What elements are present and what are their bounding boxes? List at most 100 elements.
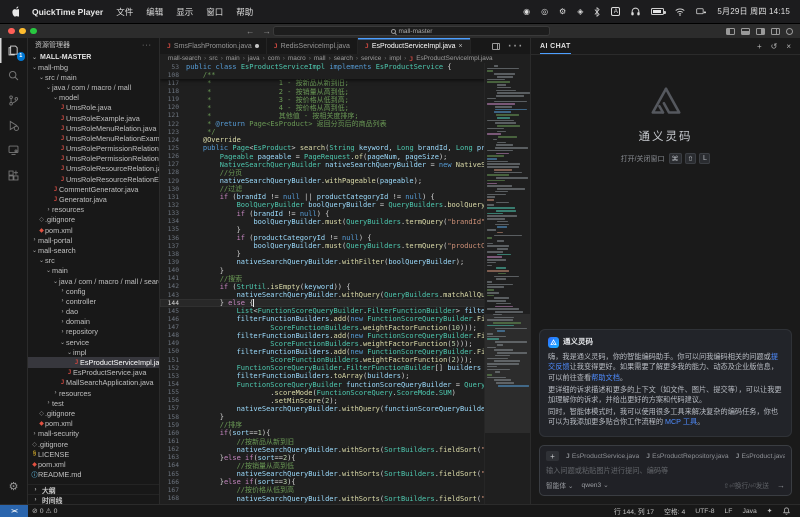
code-line[interactable]: 131 if (brandId != null || productCatego… [160, 193, 530, 201]
tree-item[interactable]: ⌄java / com / macro / mall / search [28, 276, 159, 286]
menubar-clock[interactable]: 5月29日 周四 14:15 [717, 6, 790, 17]
breadcrumb-item[interactable]: main [226, 55, 240, 62]
shield-status-icon[interactable]: ◎ [541, 8, 548, 16]
settings-gear-icon[interactable]: ⚙ [0, 474, 28, 499]
tree-item[interactable]: JUmsRoleResourceRelationExample.j... [28, 174, 159, 184]
tree-item[interactable]: JUmsRoleMenuRelation.java [28, 123, 159, 133]
chat-input-card[interactable]: + JEsProductService.javaJEsProductReposi… [539, 445, 792, 496]
nav-forward-icon[interactable]: → [263, 26, 272, 36]
breadcrumb-item[interactable]: mall [314, 55, 326, 62]
menu-window[interactable]: 窗口 [206, 6, 223, 18]
customize-layout-icon[interactable] [771, 28, 780, 35]
remote-explorer-icon[interactable] [0, 138, 28, 163]
encoding[interactable]: UTF-8 [691, 508, 719, 515]
tree-item[interactable]: JUmsRoleExample.java [28, 113, 159, 123]
code-line[interactable]: 164 //按销量从高到低 [160, 462, 530, 470]
explorer-more-icon[interactable]: ··· [142, 42, 152, 49]
menu-view[interactable]: 显示 [176, 6, 193, 18]
code-line[interactable]: 126 Pageable pageable = PageRequest.of(p… [160, 153, 530, 161]
explorer-activity-icon[interactable]: 1 [0, 38, 28, 63]
close-chat-icon[interactable]: × [786, 42, 791, 51]
tree-item[interactable]: ›controller [28, 296, 159, 306]
code-line[interactable]: 157 nativeSearchQueryBuilder.withQuery(f… [160, 405, 530, 413]
tree-item[interactable]: ◇.gitignore [28, 439, 159, 449]
tree-item[interactable]: §LICENSE [28, 449, 159, 459]
bell-icon[interactable] [778, 507, 794, 515]
add-context-button[interactable]: + [546, 451, 559, 461]
tree-item[interactable]: ›repository [28, 327, 159, 337]
code-line[interactable]: 134 boolQueryBuilder.must(QueryBuilders.… [160, 218, 530, 226]
input-source-icon[interactable]: A [611, 7, 620, 16]
record-status-icon[interactable]: ◉ [523, 8, 530, 16]
code-line[interactable]: 143 nativeSearchQueryBuilder.withQuery(Q… [160, 291, 530, 299]
breadcrumb-item[interactable]: impl [389, 55, 401, 62]
code-line[interactable]: 168 nativeSearchQueryBuilder.withSorts(S… [160, 494, 530, 502]
code-line[interactable]: 162 nativeSearchQueryBuilder.withSorts(S… [160, 446, 530, 454]
menu-file[interactable]: 文件 [116, 6, 133, 18]
tree-item[interactable]: JEsProductServiceImpl.java [28, 357, 159, 367]
code-line[interactable]: 146 filterFunctionBuilders.add(new Funct… [160, 315, 530, 323]
timeline-section[interactable]: ›时间线 [28, 494, 159, 504]
tree-item[interactable]: ◆pom.xml [28, 225, 159, 235]
tree-item[interactable]: ⌄mall-mbg [28, 62, 159, 72]
code-line[interactable]: 167 //按价格从低到高 [160, 486, 530, 494]
code-line[interactable]: 125 public Page<EsProduct> search(String… [160, 144, 530, 152]
tab[interactable]: JSmsFlashPromotion.java [160, 38, 267, 54]
tree-item[interactable]: JMallSearchApplication.java [28, 378, 159, 388]
app-menu-title[interactable]: QuickTime Player [32, 7, 103, 17]
tree-item[interactable]: ⌄model [28, 93, 159, 103]
tree-item[interactable]: ◆pom.xml [28, 419, 159, 429]
tree-item[interactable]: ›resources [28, 388, 159, 398]
code-line[interactable]: 145 List<FunctionScoreQueryBuilder.Filte… [160, 307, 530, 315]
indent-info[interactable]: 空格: 4 [660, 506, 690, 516]
code-line[interactable]: 156 .setMinScore(2); [160, 397, 530, 405]
code-line[interactable]: 137 boolQueryBuilder.must(QueryBuilders.… [160, 242, 530, 250]
tree-item[interactable]: ◇.gitignore [28, 215, 159, 225]
breadcrumb-item[interactable]: com [268, 55, 280, 62]
apple-icon[interactable] [10, 6, 19, 17]
tree-item[interactable]: ›mall-portal [28, 235, 159, 245]
toggle-secondary-sidebar-icon[interactable] [756, 28, 765, 35]
breadcrumb-item[interactable]: service [361, 55, 381, 62]
tree-item[interactable]: ›config [28, 286, 159, 296]
tree-item[interactable]: JEsProductService.java [28, 368, 159, 378]
tree-item[interactable]: ⌄impl [28, 347, 159, 357]
code-line[interactable]: 150 filterFunctionBuilders.add(new Funct… [160, 348, 530, 356]
diamond-status-icon[interactable]: ◈ [577, 8, 583, 16]
code-line[interactable]: 144 } else { [160, 299, 530, 307]
chat-link[interactable]: MCP 工具 [665, 417, 697, 426]
code-line[interactable]: 142 if (StrUtil.isEmpty(keyword)) { [160, 283, 530, 291]
code-line[interactable]: 165 nativeSearchQueryBuilder.withSorts(S… [160, 470, 530, 478]
run-debug-icon[interactable] [0, 113, 28, 138]
tree-item[interactable]: ⓘREADME.md [28, 470, 159, 480]
tree-item[interactable]: ⌄main [28, 266, 159, 276]
code-line[interactable]: 128 //分页 [160, 169, 530, 177]
breadcrumb-item[interactable]: java [248, 55, 260, 62]
headphones-icon[interactable] [631, 7, 640, 16]
toggle-primary-sidebar-icon[interactable] [726, 28, 735, 35]
tree-item[interactable]: JUmsRoleResourceRelation.java [28, 164, 159, 174]
nav-back-icon[interactable]: ← [246, 26, 255, 36]
tree-item[interactable]: JUmsRole.java [28, 103, 159, 113]
cursor-position[interactable]: 行 144, 列 17 [610, 506, 659, 516]
eol[interactable]: LF [720, 508, 737, 515]
code-line[interactable]: 123 */ [160, 128, 530, 136]
code-line[interactable]: 53public class EsProductServiceImpl impl… [160, 63, 530, 71]
tree-item[interactable]: ⌄java / com / macro / mall [28, 82, 159, 92]
wifi-icon[interactable] [675, 8, 685, 16]
code-line[interactable]: 155 .scoreMode(FunctionScoreQuery.ScoreM… [160, 389, 530, 397]
battery-icon[interactable] [651, 8, 664, 15]
attachment-chip[interactable]: JEsProductService.java [566, 452, 639, 460]
language-mode[interactable]: Java [738, 508, 761, 515]
account-circle-icon[interactable] [786, 28, 793, 35]
code-line[interactable]: 122 * @return Page<EsProduct> 返回分页后的商品列表 [160, 120, 530, 128]
split-editor-icon[interactable] [492, 43, 500, 50]
code-line[interactable]: 147 ScoreFunctionBuilders.weightFactorFu… [160, 324, 530, 332]
tree-item[interactable]: ◆pom.xml [28, 459, 159, 469]
code-line[interactable]: 154 FunctionScoreQueryBuilder functionSc… [160, 380, 530, 388]
command-center[interactable]: mall-master [273, 26, 550, 36]
mode-select[interactable]: 智能体 ⌄ [546, 480, 574, 490]
tree-item[interactable]: ⌄src / main [28, 72, 159, 82]
menu-edit[interactable]: 编辑 [146, 6, 163, 18]
zoom-window-button[interactable] [30, 28, 37, 35]
